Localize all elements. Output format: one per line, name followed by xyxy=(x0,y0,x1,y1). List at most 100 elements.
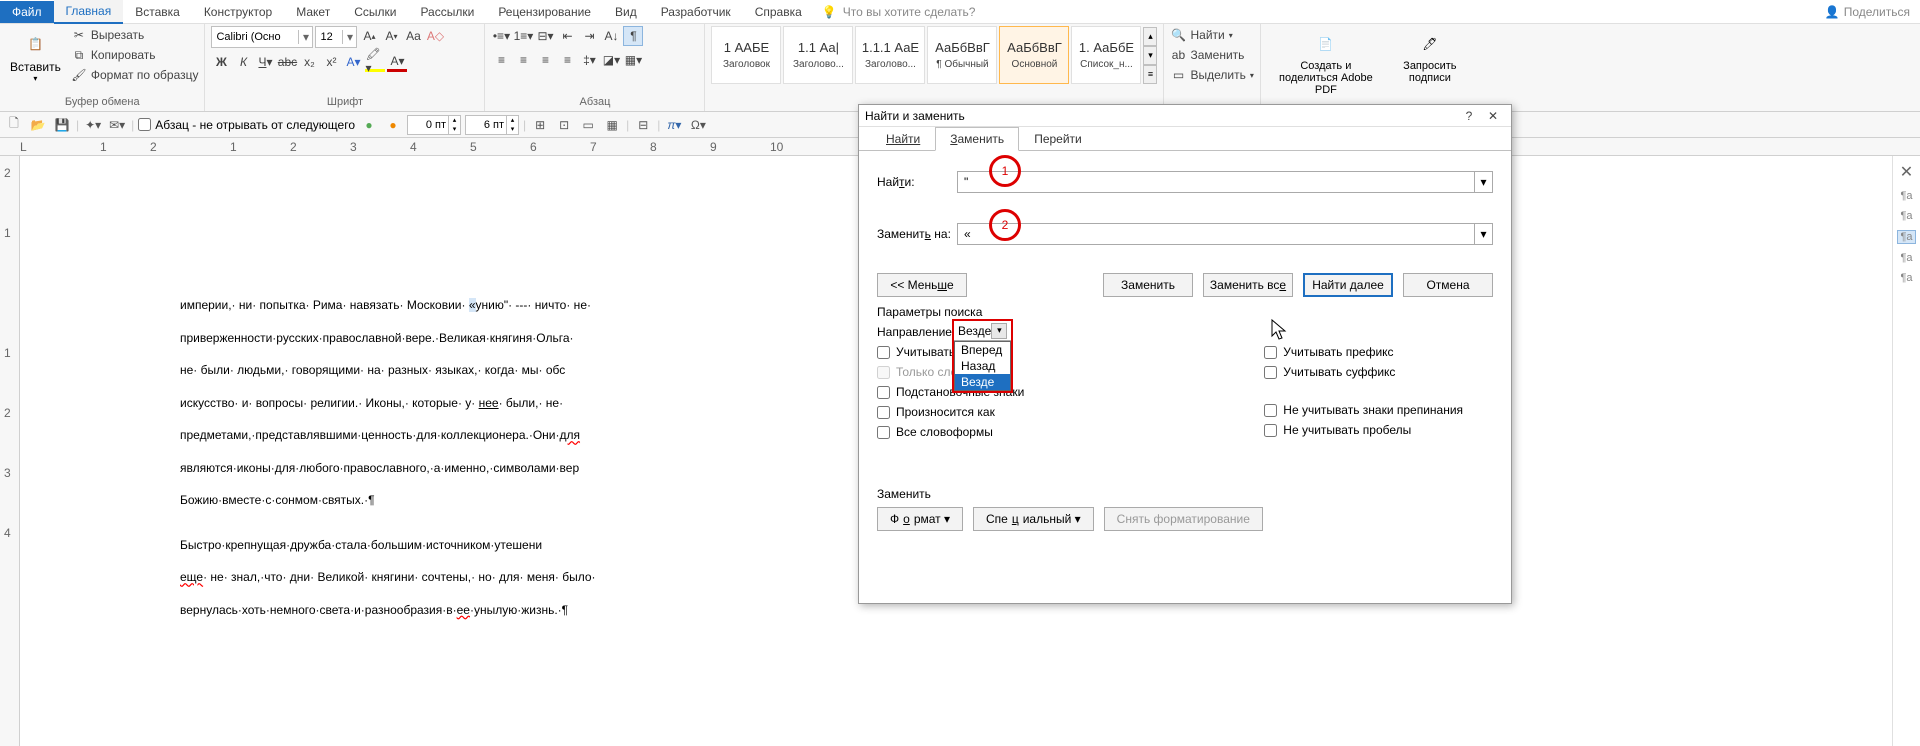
style-item[interactable]: АаБбВвГ¶ Обычный xyxy=(927,26,997,84)
chk[interactable] xyxy=(1264,366,1277,379)
copy-button[interactable]: ⧉Копировать xyxy=(71,46,199,64)
tb-btn[interactable]: ⊞ xyxy=(530,115,550,135)
tb-envelope[interactable]: ✉▾ xyxy=(107,115,127,135)
subscript-button[interactable]: x₂ xyxy=(299,52,319,72)
chk[interactable] xyxy=(877,346,890,359)
styles-scroll-up[interactable]: ▴ xyxy=(1143,27,1157,46)
tab-layout[interactable]: Макет xyxy=(284,1,342,23)
tb-new[interactable]: 🗋 xyxy=(4,115,24,135)
replace-input[interactable] xyxy=(958,224,1474,244)
color-orange[interactable]: ● xyxy=(383,115,403,135)
chk[interactable] xyxy=(1264,424,1277,437)
cut-button[interactable]: ✂Вырезать xyxy=(71,26,199,44)
spacing-before[interactable]: ▴▾ xyxy=(407,115,461,135)
no-format-button[interactable]: Снять форматирование xyxy=(1104,507,1263,531)
markup-marker[interactable]: ¶a xyxy=(1900,210,1912,222)
suffix-checkbox[interactable]: Учитывать суффикс xyxy=(1264,365,1463,379)
tb-btn[interactable]: ⊟ xyxy=(633,115,653,135)
tb-open[interactable]: 📂 xyxy=(28,115,48,135)
tab-developer[interactable]: Разработчик xyxy=(649,1,743,23)
font-name-input[interactable] xyxy=(212,31,298,43)
markup-marker[interactable]: ¶a xyxy=(1900,190,1912,202)
dialog-tab-goto[interactable]: Перейти xyxy=(1019,127,1097,150)
find-next-button[interactable]: Найти далее xyxy=(1303,273,1393,297)
replace-one-button[interactable]: Заменить xyxy=(1103,273,1193,297)
spacing-after-input[interactable] xyxy=(466,119,506,131)
direction-option-all[interactable]: Везде xyxy=(955,374,1010,390)
chevron-down-icon[interactable]: ▾ xyxy=(342,30,356,44)
dialog-close-button[interactable]: ✕ xyxy=(1481,109,1505,123)
align-center-button[interactable]: ≡ xyxy=(513,50,533,70)
superscript-button[interactable]: x² xyxy=(321,52,341,72)
tb-btn[interactable]: ⊡ xyxy=(554,115,574,135)
tb-btn[interactable]: ▦ xyxy=(602,115,622,135)
increase-indent-button[interactable]: ⇥ xyxy=(579,26,599,46)
select-button[interactable]: ▭Выделить▾ xyxy=(1170,66,1253,84)
text-effects-button[interactable]: A▾ xyxy=(343,52,363,72)
shading-button[interactable]: ◪▾ xyxy=(601,50,621,70)
tab-references[interactable]: Ссылки xyxy=(342,1,408,23)
style-item[interactable]: 1.1 Аа|Заголово... xyxy=(783,26,853,84)
markup-marker[interactable]: ¶a xyxy=(1897,230,1915,244)
find-button[interactable]: 🔍Найти▾ xyxy=(1170,26,1232,44)
underline-button[interactable]: Ч▾ xyxy=(255,52,275,72)
justify-button[interactable]: ≡ xyxy=(557,50,577,70)
direction-combo-header[interactable]: Везде▾ xyxy=(954,321,1011,341)
tab-file[interactable]: Файл xyxy=(0,1,54,23)
close-pane-button[interactable]: ✕ xyxy=(1900,162,1913,182)
numbering-button[interactable]: 1≡▾ xyxy=(513,26,533,46)
tb-save[interactable]: 💾 xyxy=(52,115,72,135)
special-button[interactable]: Специальный ▾ xyxy=(973,507,1094,531)
highlight-button[interactable]: 🖍▾ xyxy=(365,52,385,72)
tb-btn[interactable]: ▭ xyxy=(578,115,598,135)
style-item[interactable]: 1.1.1 АаЕЗаголово... xyxy=(855,26,925,84)
show-marks-button[interactable]: ¶ xyxy=(623,26,643,46)
adobe-sign-button[interactable]: 🖊Запросить подписи xyxy=(1391,26,1469,86)
equation-button[interactable]: π▾ xyxy=(664,115,684,135)
color-green[interactable]: ● xyxy=(359,115,379,135)
change-case-button[interactable]: Aa xyxy=(403,26,423,46)
styles-gallery[interactable]: 1 ААБЕЗаголовок 1.1 Аа|Заголово... 1.1.1… xyxy=(711,26,1157,84)
chk[interactable] xyxy=(877,406,890,419)
spin-down[interactable]: ▾ xyxy=(448,125,460,134)
keep-with-next-input[interactable] xyxy=(138,118,151,131)
dialog-tab-find[interactable]: Найти xyxy=(871,127,935,150)
chk[interactable] xyxy=(877,426,890,439)
replace-all-button[interactable]: Заменить все xyxy=(1203,273,1293,297)
spacing-after[interactable]: ▴▾ xyxy=(465,115,519,135)
font-size-combo[interactable]: ▾ xyxy=(315,26,357,48)
sort-button[interactable]: A↓ xyxy=(601,26,621,46)
cancel-button[interactable]: Отмена xyxy=(1403,273,1493,297)
tab-insert[interactable]: Вставка xyxy=(123,1,192,23)
spin-up[interactable]: ▴ xyxy=(506,116,518,125)
replace-dropdown[interactable]: ▾ xyxy=(1474,224,1492,244)
decrease-indent-button[interactable]: ⇤ xyxy=(557,26,577,46)
markup-marker[interactable]: ¶a xyxy=(1900,272,1912,284)
borders-button[interactable]: ▦▾ xyxy=(623,50,643,70)
direction-option-back[interactable]: Назад xyxy=(955,358,1010,374)
chevron-down-icon[interactable]: ▾ xyxy=(991,323,1007,339)
spacing-before-input[interactable] xyxy=(408,119,448,131)
spin-down[interactable]: ▾ xyxy=(506,125,518,134)
tab-home[interactable]: Главная xyxy=(54,0,124,24)
find-dropdown[interactable]: ▾ xyxy=(1474,172,1492,192)
ignore-punct-checkbox[interactable]: Не учитывать знаки препинания xyxy=(1264,403,1463,417)
adobe-create-button[interactable]: 📄Создать и поделиться Adobe PDF xyxy=(1267,26,1385,98)
style-item[interactable]: 1. АаБбЕСписок_н... xyxy=(1071,26,1141,84)
dialog-titlebar[interactable]: Найти и заменить ? ✕ xyxy=(859,105,1511,127)
tab-mailings[interactable]: Рассылки xyxy=(408,1,486,23)
format-button[interactable]: Формат ▾ xyxy=(877,507,963,531)
clear-format-button[interactable]: A◇ xyxy=(425,26,445,46)
prefix-checkbox[interactable]: Учитывать префикс xyxy=(1264,345,1463,359)
font-name-combo[interactable]: ▾ xyxy=(211,26,313,48)
chk[interactable] xyxy=(1264,404,1277,417)
word-forms-checkbox[interactable]: Все словоформы xyxy=(877,425,1024,439)
font-color-button[interactable]: A▾ xyxy=(387,52,407,72)
strike-button[interactable]: abc xyxy=(277,52,297,72)
align-right-button[interactable]: ≡ xyxy=(535,50,555,70)
tell-me[interactable]: 💡 Что вы хотите сделать? xyxy=(822,5,976,19)
bold-button[interactable]: Ж xyxy=(211,52,231,72)
share-button[interactable]: 👤 Поделиться xyxy=(1825,5,1910,19)
ignore-space-checkbox[interactable]: Не учитывать пробелы xyxy=(1264,423,1463,437)
chevron-down-icon[interactable]: ▾ xyxy=(298,30,312,44)
